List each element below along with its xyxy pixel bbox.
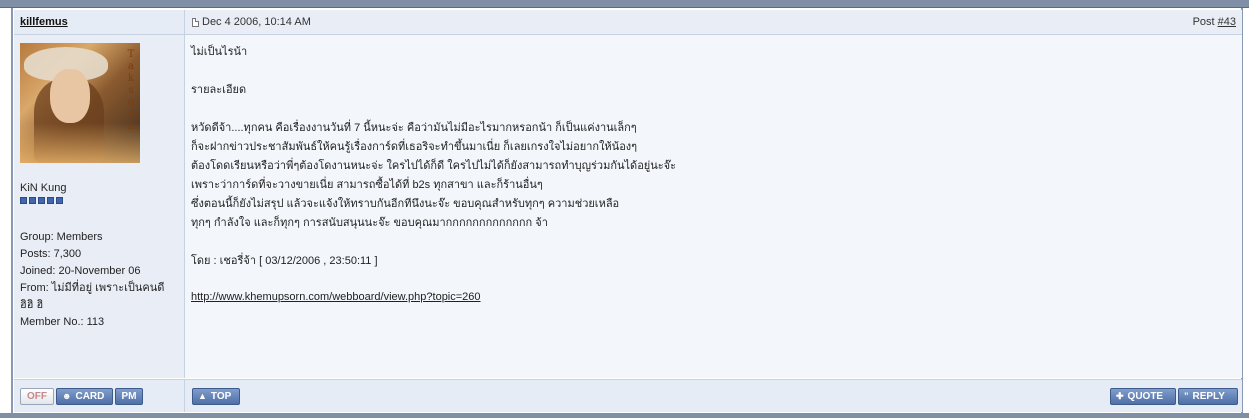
post-line bbox=[191, 100, 1231, 119]
post-line: ต้องโดดเรียนหรือว่าพี่ๆต้องโดงานหนะจ่ะ ใ… bbox=[191, 160, 677, 172]
forum-post: killfemus Dec 4 2006, 10:14 AM Post #43 … bbox=[14, 10, 1242, 418]
quote-icon: ” bbox=[1184, 391, 1189, 401]
post-number-link[interactable]: #43 bbox=[1218, 16, 1236, 28]
member-group: Group: Members bbox=[20, 231, 103, 243]
avatar-glow bbox=[20, 123, 140, 163]
quote-button[interactable]: ✚ QUOTE bbox=[1110, 388, 1176, 405]
member-from: From: ไม่มีที่อยู่ เพราะเป็นคนดี ฮิฮิ ฮิ bbox=[20, 282, 165, 311]
member-title: KiN Kung bbox=[20, 182, 67, 194]
rank-pip bbox=[47, 197, 54, 204]
footer-author-cell: OFF ☻ CARD PM bbox=[14, 380, 185, 412]
avatar-letter: a bbox=[128, 61, 134, 72]
reply-button[interactable]: ” REPLY bbox=[1178, 388, 1238, 405]
avatar: T a k s o r n bbox=[20, 43, 140, 163]
author-panel: T a k s o r n KiN Kung Group: Members Po… bbox=[14, 35, 185, 378]
post-date-wrap: Dec 4 2006, 10:14 AM bbox=[192, 16, 311, 28]
rank-pips bbox=[20, 197, 63, 204]
post-line: ไม่เป็นไรน้า bbox=[191, 46, 248, 58]
avatar-letter: T bbox=[127, 49, 135, 60]
member-info: Group: Members Posts: 7,300 Joined: 20-N… bbox=[20, 229, 178, 331]
post-line: ซึ่งตอนนี้ก็ยังไม่สรุป แล้วจะแจ้งให้ทราบ… bbox=[191, 198, 620, 210]
offline-status-button[interactable]: OFF bbox=[20, 388, 54, 405]
post-number: Post #43 bbox=[1193, 16, 1236, 28]
quote-label: QUOTE bbox=[1127, 391, 1164, 402]
avatar-letter: n bbox=[127, 121, 135, 132]
post-line bbox=[191, 233, 1231, 252]
left-border bbox=[11, 8, 13, 418]
plus-icon: ✚ bbox=[1116, 391, 1124, 401]
avatar-letter: r bbox=[128, 109, 134, 120]
post-line bbox=[191, 62, 1231, 81]
post-body: ไม่เป็นไรน้า รายละเอียด หวัดดีจ้า....ทุก… bbox=[191, 43, 1231, 271]
avatar-letter: o bbox=[127, 97, 135, 108]
post-row: T a k s o r n KiN Kung Group: Members Po… bbox=[14, 35, 1242, 378]
post-line: ก็จะฝากข่าวประชาสัมพันธ์ให้คนรู้เรื่องกา… bbox=[191, 141, 638, 153]
post-line: หวัดดีจ้า....ทุกคน คือเรื่องงานวันที่ 7 … bbox=[191, 122, 637, 134]
top-button[interactable]: ▲ TOP bbox=[192, 388, 240, 405]
document-icon bbox=[192, 17, 199, 27]
post-line: โดย : เชอรี่จ้า [ 03/12/2006 , 23:50:11 … bbox=[191, 255, 378, 267]
avatar-face bbox=[50, 69, 90, 123]
member-posts: Posts: 7,300 bbox=[20, 248, 82, 260]
offline-label: OFF bbox=[27, 391, 47, 402]
author-header-cell: killfemus bbox=[14, 10, 185, 34]
topic-link[interactable]: http://www.khemupsorn.com/webboard/view.… bbox=[191, 291, 481, 303]
post-footer: OFF ☻ CARD PM ▲ TOP ✚ QUOTE ” REPLY bbox=[14, 379, 1242, 412]
user-icon: ☻ bbox=[62, 391, 72, 401]
author-name-link[interactable]: killfemus bbox=[20, 16, 68, 28]
rank-pip bbox=[56, 197, 63, 204]
rank-pip bbox=[29, 197, 36, 204]
member-number: Member No.: 113 bbox=[20, 316, 105, 328]
card-label: CARD bbox=[75, 391, 105, 402]
bottom-border bbox=[0, 413, 1249, 418]
post-line: เพราะว่าการ์ดที่จะวางขายเนี่ย สามารถซื้อ… bbox=[191, 179, 543, 191]
post-date: Dec 4 2006, 10:14 AM bbox=[202, 16, 311, 28]
post-line: รายละเอียด bbox=[191, 84, 247, 96]
card-button[interactable]: ☻ CARD bbox=[56, 388, 113, 405]
member-joined: Joined: 20-November 06 bbox=[20, 265, 141, 277]
forum-page: killfemus Dec 4 2006, 10:14 AM Post #43 … bbox=[0, 0, 1249, 418]
post-content-cell: ไม่เป็นไรน้า รายละเอียด หวัดดีจ้า....ทุก… bbox=[185, 35, 1242, 378]
post-header: killfemus Dec 4 2006, 10:14 AM Post #43 bbox=[14, 10, 1242, 35]
avatar-signature: T a k s o r n bbox=[126, 49, 136, 133]
post-number-label: Post bbox=[1192, 16, 1218, 28]
top-label: TOP bbox=[210, 391, 232, 402]
avatar-letter: s bbox=[128, 85, 134, 96]
post-line: ทุกๆ กำลังใจ และก็ทุกๆ การสนับสนุนนะจ๊ะ … bbox=[191, 217, 548, 229]
reply-label: REPLY bbox=[1192, 391, 1225, 402]
top-border bbox=[0, 0, 1249, 8]
pm-button[interactable]: PM bbox=[115, 388, 143, 405]
pm-label: PM bbox=[121, 391, 137, 402]
rank-pip bbox=[20, 197, 27, 204]
avatar-letter: k bbox=[127, 73, 135, 84]
rank-pip bbox=[38, 197, 45, 204]
arrow-up-icon: ▲ bbox=[198, 391, 207, 401]
